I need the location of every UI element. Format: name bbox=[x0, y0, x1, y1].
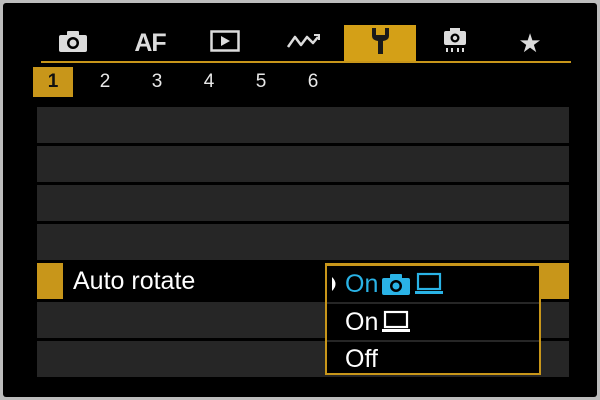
selection-marker-icon bbox=[327, 276, 343, 292]
option-label: Off bbox=[345, 344, 378, 373]
tab-my-menu[interactable]: ★ bbox=[498, 25, 562, 61]
page-5-label: 5 bbox=[255, 71, 267, 92]
page-2-label: 2 bbox=[99, 71, 111, 92]
option-on-computer[interactable]: On bbox=[327, 304, 539, 340]
tab-af[interactable]: AF bbox=[118, 25, 182, 61]
wave-icon bbox=[286, 31, 320, 56]
option-label: On bbox=[345, 307, 379, 336]
custom-function-icon bbox=[441, 27, 469, 60]
page-1-label: 1 bbox=[47, 71, 59, 92]
wrench-icon bbox=[367, 26, 393, 61]
tab-shooting[interactable] bbox=[41, 25, 105, 61]
page-3[interactable]: 3 bbox=[137, 67, 177, 97]
menu-row-1[interactable] bbox=[37, 107, 569, 143]
camera-menu-screen: AF ★ 1 2 3 4 5 6 Auto rotate On On Off bbox=[3, 3, 597, 397]
tab-af-label: AF bbox=[134, 28, 166, 57]
setting-label-box: Auto rotate bbox=[63, 263, 325, 299]
option-off[interactable]: Off bbox=[327, 341, 539, 377]
tab-custom[interactable] bbox=[271, 25, 335, 61]
tab-function[interactable] bbox=[423, 25, 487, 61]
setting-label: Auto rotate bbox=[73, 266, 196, 295]
page-6[interactable]: 6 bbox=[293, 67, 333, 97]
camera-icon bbox=[58, 29, 88, 58]
camera-icon bbox=[381, 272, 411, 296]
page-3-label: 3 bbox=[151, 71, 163, 92]
computer-icon bbox=[414, 272, 444, 296]
options-dropdown[interactable]: On On Off bbox=[325, 264, 541, 375]
tab-underline bbox=[41, 61, 571, 63]
tab-playback[interactable] bbox=[193, 25, 257, 61]
page-1[interactable]: 1 bbox=[33, 67, 73, 97]
option-label: On bbox=[345, 269, 379, 298]
menu-row-2[interactable] bbox=[37, 146, 569, 182]
menu-row-3[interactable] bbox=[37, 185, 569, 221]
star-icon: ★ bbox=[518, 28, 542, 58]
page-5[interactable]: 5 bbox=[241, 67, 281, 97]
page-2[interactable]: 2 bbox=[85, 67, 125, 97]
option-on-camera-computer[interactable]: On bbox=[327, 266, 539, 302]
page-4[interactable]: 4 bbox=[189, 67, 229, 97]
page-4-label: 4 bbox=[203, 71, 215, 92]
page-6-label: 6 bbox=[307, 71, 319, 92]
menu-row-4[interactable] bbox=[37, 224, 569, 260]
play-icon bbox=[210, 29, 240, 57]
computer-icon bbox=[381, 310, 411, 334]
tab-setup[interactable] bbox=[344, 25, 416, 61]
